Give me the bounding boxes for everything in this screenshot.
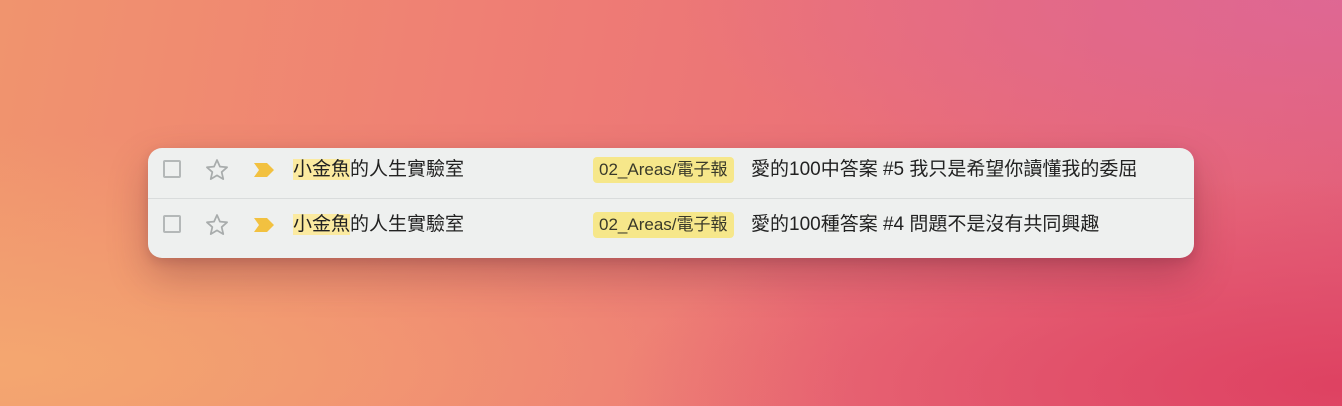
sender-search-highlight: 小金魚	[293, 214, 351, 235]
email-subject: 愛的100種答案 #4 問題不是沒有共同興趣	[751, 214, 1100, 235]
email-row[interactable]: 小金魚的人生實驗室 02_Areas/電子報 愛的100種答案 #4 問題不是沒…	[148, 203, 1194, 257]
row-divider	[148, 198, 1194, 199]
importance-marker-icon[interactable]	[253, 162, 275, 178]
star-icon[interactable]	[204, 157, 230, 183]
select-checkbox[interactable]	[163, 160, 181, 178]
label-chip[interactable]: 02_Areas/電子報	[593, 212, 734, 238]
importance-marker-icon[interactable]	[253, 217, 275, 233]
sender-search-highlight: 小金魚	[293, 159, 351, 180]
select-checkbox[interactable]	[163, 215, 181, 233]
sender-name: 小金魚的人生實驗室	[293, 212, 464, 238]
label-chip[interactable]: 02_Areas/電子報	[593, 157, 734, 183]
email-row[interactable]: 小金魚的人生實驗室 02_Areas/電子報 愛的100中答案 #5 我只是希望…	[148, 148, 1194, 202]
email-subject: 愛的100中答案 #5 我只是希望你讀懂我的委屈	[751, 159, 1138, 180]
sender-name-rest: 的人生實驗室	[350, 159, 465, 180]
email-list-panel: 小金魚的人生實驗室 02_Areas/電子報 愛的100中答案 #5 我只是希望…	[148, 148, 1194, 258]
star-icon[interactable]	[204, 212, 230, 238]
sender-name: 小金魚的人生實驗室	[293, 157, 464, 183]
sender-name-rest: 的人生實驗室	[350, 214, 465, 235]
